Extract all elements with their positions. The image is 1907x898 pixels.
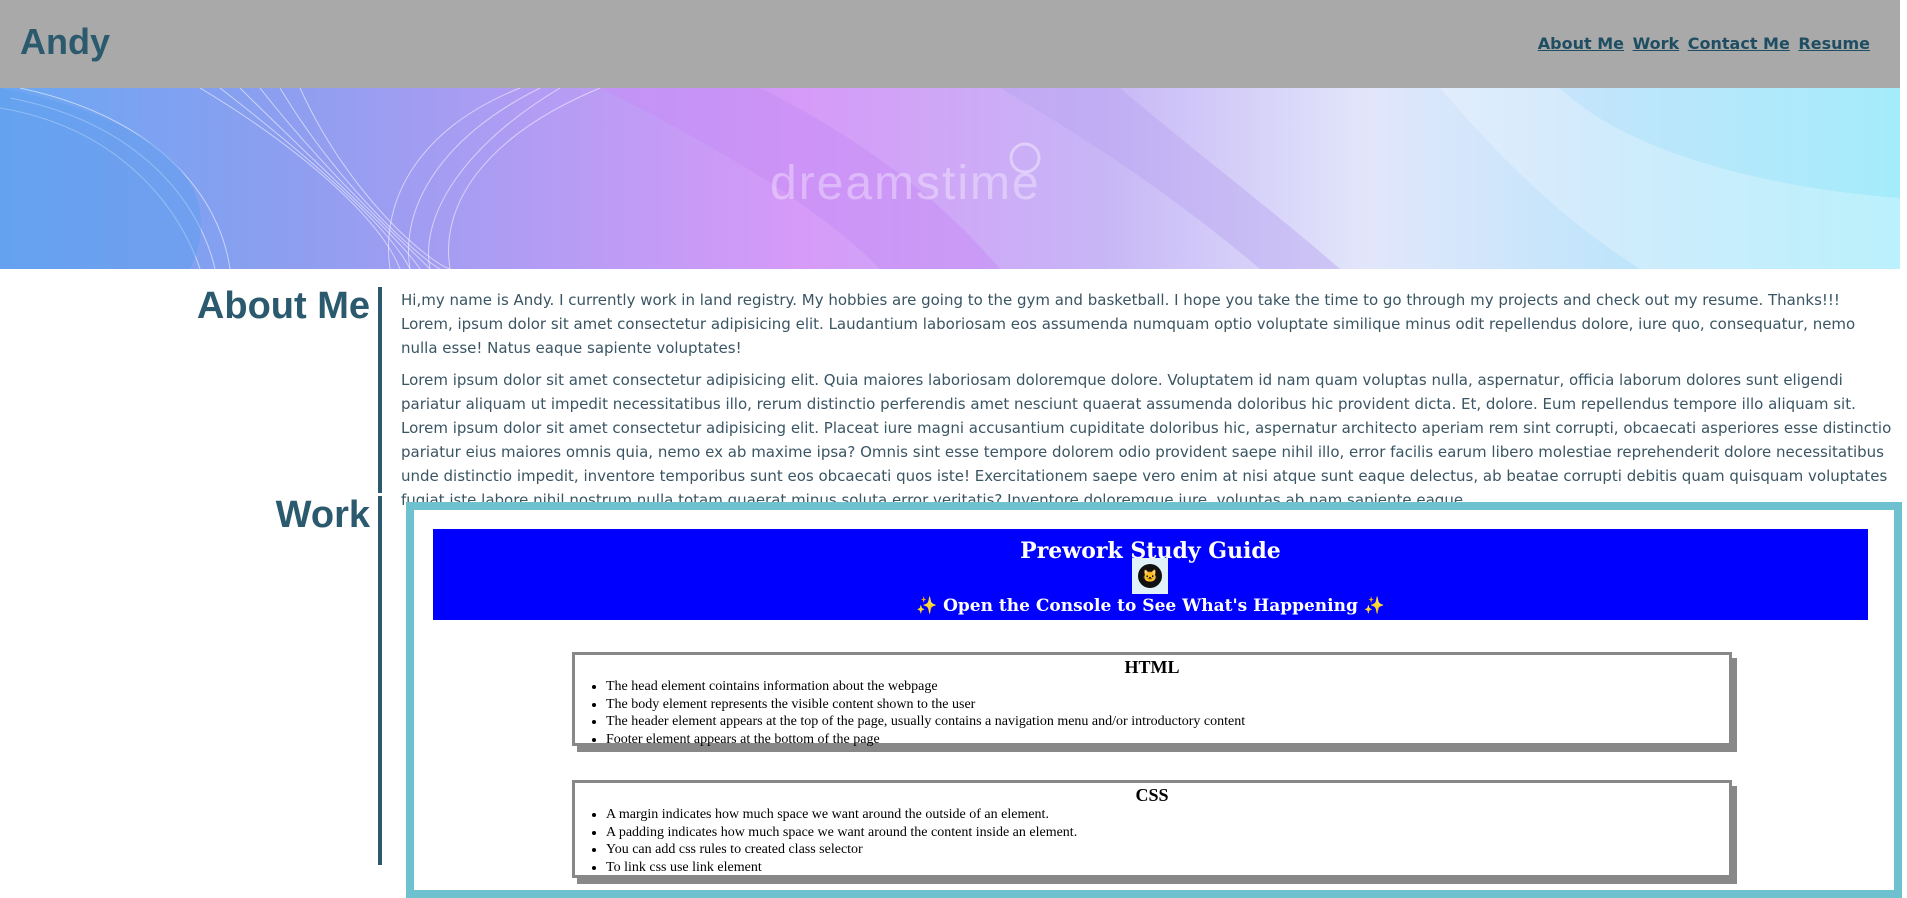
list-item: To link css use link element [606,859,1729,877]
nav-link-contact-me[interactable]: Contact Me [1688,34,1790,53]
list-item: The body element represents the visible … [606,696,1729,714]
github-cat-icon: 🐱 [1132,558,1168,594]
embed-header: Prework Study Guide 🐱 ✨ Open the Console… [433,529,1868,620]
list-item: Footer element appears at the bottom of … [606,731,1729,749]
embed-subtitle: ✨ Open the Console to See What's Happeni… [916,596,1385,616]
css-card: CSS A margin indicates how much space we… [572,780,1732,878]
nav-link-about-me[interactable]: About Me [1538,34,1624,53]
about-me-heading: About Me [196,285,370,327]
list-item: You can add css rules to created class s… [606,841,1729,859]
work-divider [378,496,382,865]
list-item: The header element appears at the top of… [606,713,1729,731]
nav-link-work[interactable]: Work [1633,34,1680,53]
list-item: A padding indicates how much space we wa… [606,824,1729,842]
site-header: Andy About Me Work Contact Me Resume [0,0,1900,88]
hero-banner: dreamstime [0,88,1900,269]
work-heading: Work [275,494,370,536]
nav-link-resume[interactable]: Resume [1798,34,1870,53]
card-list: A margin indicates how much space we wan… [575,806,1729,876]
main-nav: About Me Work Contact Me Resume [1535,34,1870,53]
card-heading: HTML [1124,657,1180,677]
about-divider [378,287,382,493]
hero-watermark: dreamstime [770,157,1041,210]
card-heading: CSS [1135,785,1169,805]
about-paragraph: Hi,my name is Andy. I currently work in … [401,291,1856,357]
card-list: The head element cointains information a… [575,678,1729,748]
html-card: HTML The head element cointains informat… [572,652,1732,748]
brand-name: Andy [20,21,110,62]
list-item: The head element cointains information a… [606,678,1729,696]
about-paragraph: Lorem ipsum dolor sit amet consectetur a… [401,371,1892,509]
work-project-preview[interactable]: Prework Study Guide 🐱 ✨ Open the Console… [406,502,1902,898]
list-item: A margin indicates how much space we wan… [606,806,1729,824]
about-text: Hi,my name is Andy. I currently work in … [401,288,1896,520]
